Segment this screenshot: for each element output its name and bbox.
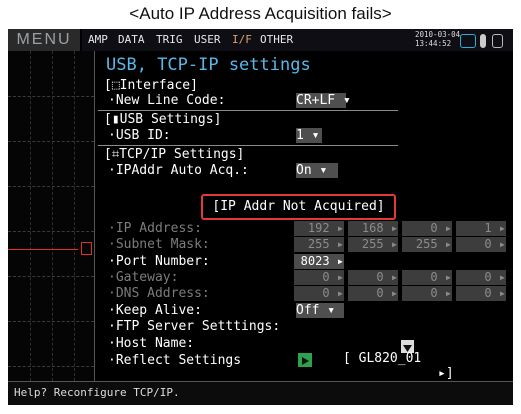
port-number-field[interactable]: 8023 ▸: [294, 254, 344, 269]
help-text: Help? Reconfigure TCP/IP.: [14, 386, 180, 399]
gateway-octet-4[interactable]: 0 ▸: [456, 270, 506, 285]
device-screen: MENU AMP DATA TRIG USER I/F OTHER 2010-0…: [8, 29, 513, 405]
gateway-octet-3[interactable]: 0 ▸: [402, 270, 452, 285]
grid-line: [8, 96, 94, 97]
divider: [98, 145, 398, 146]
host-name-value: [ GL820_01: [342, 351, 422, 366]
tab-if[interactable]: I/F: [232, 33, 252, 46]
divider: [98, 110, 398, 111]
tab-trig[interactable]: TRIG: [156, 33, 183, 46]
dns-octet-2[interactable]: 0 ▸: [348, 286, 398, 301]
grid-line: [8, 321, 94, 322]
grid-line: [8, 141, 94, 142]
grid-line: [30, 51, 31, 381]
dns-octet-4[interactable]: 0 ▸: [456, 286, 506, 301]
grid-line: [8, 366, 94, 367]
channel-marker-icon: [81, 242, 92, 255]
ip-auto-acq-label: ·IPAddr Auto Acq.:: [108, 163, 249, 178]
battery-icon: [480, 34, 486, 48]
play-icon: [302, 357, 309, 365]
new-line-code-select[interactable]: CR+LF ▾: [296, 93, 351, 108]
usb-header: [▮USB Settings]: [104, 112, 222, 127]
usb-id-select[interactable]: 1 ▾: [296, 128, 322, 143]
help-bar: Help? Reconfigure TCP/IP.: [8, 381, 513, 405]
subnet-octet-3[interactable]: 255 ▸: [402, 237, 452, 252]
network-status-icon: [460, 34, 476, 48]
dns-octet-1[interactable]: 0 ▸: [294, 286, 344, 301]
grid-line: [52, 51, 53, 381]
signal-trace: [8, 249, 78, 250]
grid-line: [8, 186, 94, 187]
reflect-settings-label: ·Reflect Settings: [108, 353, 242, 368]
reflect-settings-button[interactable]: [298, 353, 312, 367]
gateway-octet-2[interactable]: 0 ▸: [348, 270, 398, 285]
tab-user[interactable]: USER: [194, 33, 221, 46]
gateway-label: ·Gateway:: [108, 270, 179, 285]
port-number-label: ·Port Number:: [108, 254, 210, 269]
ip-auto-acq-select[interactable]: On ▾: [296, 163, 338, 178]
grid-line: [74, 51, 75, 381]
time-text: 13:44:52: [415, 39, 452, 48]
clock: 2010-03-04 13:44:52: [415, 30, 460, 48]
interface-header: [⬚Interface]: [104, 78, 198, 93]
host-name-end: ▸]: [438, 366, 454, 381]
host-name-label: ·Host Name:: [108, 336, 195, 351]
dns-address-label: ·DNS Address:: [108, 286, 210, 301]
dns-octet-3[interactable]: 0 ▸: [402, 286, 452, 301]
tab-data[interactable]: DATA: [118, 33, 145, 46]
page-title: USB, TCP-IP settings: [106, 55, 311, 75]
subnet-octet-4[interactable]: 0 ▸: [456, 237, 506, 252]
tab-bar: AMP DATA TRIG USER I/F OTHER 2010-03-04 …: [82, 29, 513, 51]
new-line-code-label: ·New Line Code:: [108, 93, 226, 108]
waveform-area: [8, 51, 95, 381]
keep-alive-label: ·Keep Alive:: [108, 303, 202, 318]
ip-octet-1[interactable]: 192 ▸: [294, 221, 344, 236]
subnet-octet-1[interactable]: 255 ▸: [294, 237, 344, 252]
ip-not-acquired-callout: [IP Addr Not Acquired]: [201, 194, 396, 220]
tab-amp[interactable]: AMP: [88, 33, 108, 46]
tab-other[interactable]: OTHER: [260, 33, 293, 46]
ip-address-label: ·IP Address:: [108, 221, 202, 236]
menu-button[interactable]: MENU: [8, 29, 80, 51]
ftp-server-settings-label: ·FTP Server Setttings:: [108, 319, 281, 334]
date-text: 2010-03-04: [415, 30, 461, 39]
figure-caption: <Auto IP Address Acquisition fails>: [129, 4, 392, 23]
grid-line: [8, 231, 94, 232]
subnet-label: ·Subnet Mask:: [108, 237, 210, 252]
gateway-octet-1[interactable]: 0 ▸: [294, 270, 344, 285]
subnet-octet-2[interactable]: 255 ▸: [348, 237, 398, 252]
memory-card-icon: [492, 34, 503, 48]
grid-line: [8, 276, 94, 277]
ip-octet-4[interactable]: 1 ▸: [456, 221, 506, 236]
ip-octet-3[interactable]: 0 ▸: [402, 221, 452, 236]
usb-id-label: ·USB ID:: [108, 128, 171, 143]
tcpip-header: [⌗TCP/IP Settings]: [104, 147, 245, 162]
ip-octet-2[interactable]: 168 ▸: [348, 221, 398, 236]
keep-alive-select[interactable]: Off ▾: [296, 303, 344, 318]
